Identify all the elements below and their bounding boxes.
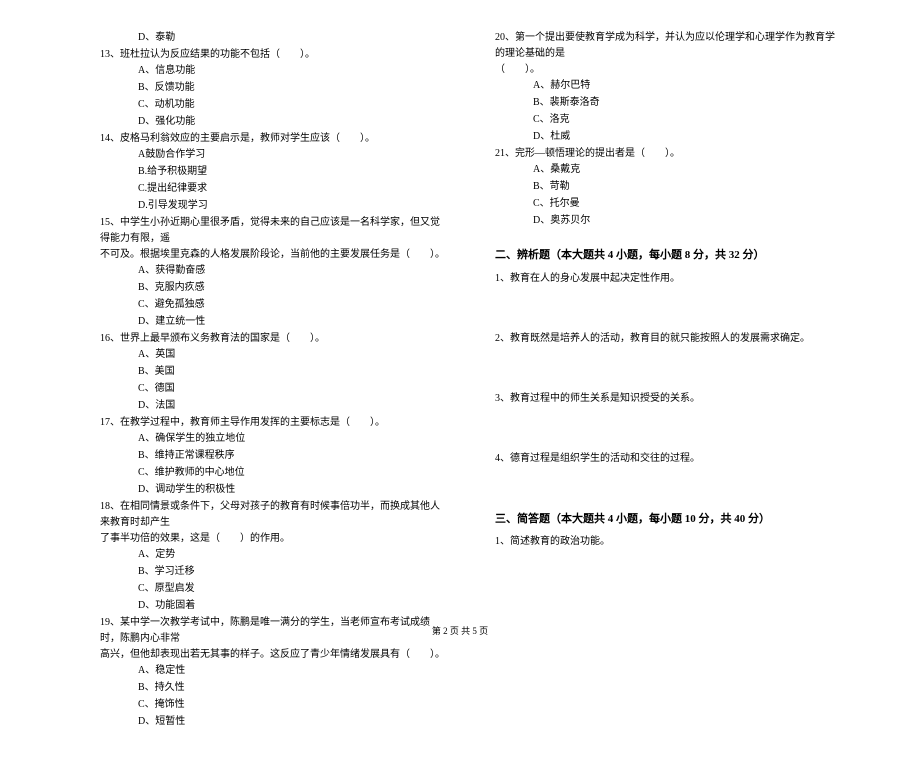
q12-option-d: D、泰勒 bbox=[100, 30, 445, 46]
section-3-title: 三、简答题（本大题共 4 小题，每小题 10 分，共 40 分） bbox=[495, 511, 840, 529]
q21-option-b: B、苛勒 bbox=[495, 179, 840, 195]
q21-option-d: D、奥苏贝尔 bbox=[495, 213, 840, 229]
q20-option-b: B、裴斯泰洛奇 bbox=[495, 95, 840, 111]
q16-stem: 16、世界上最早颁布义务教育法的国家是（ ）。 bbox=[100, 331, 445, 347]
q18-option-a: A、定势 bbox=[100, 547, 445, 563]
section3-q1: 1、简述教育的政治功能。 bbox=[495, 534, 840, 550]
q20-stem-line1: 20、第一个提出要使教育学成为科学，并认为应以伦理学和心理学作为教育学的理论基础… bbox=[495, 30, 840, 62]
q17-option-a: A、确保学生的独立地位 bbox=[100, 431, 445, 447]
q21-option-c: C、托尔曼 bbox=[495, 196, 840, 212]
q15-stem-line2: 不可及。根据埃里克森的人格发展阶段论，当前他的主要发展任务是（ ）。 bbox=[100, 247, 445, 263]
q20-option-c: C、洛克 bbox=[495, 112, 840, 128]
q17-option-b: B、维持正常课程秩序 bbox=[100, 448, 445, 464]
q19-option-c: C、掩饰性 bbox=[100, 697, 445, 713]
q15-option-c: C、避免孤独感 bbox=[100, 297, 445, 313]
section2-q4: 4、德育过程是组织学生的活动和交往的过程。 bbox=[495, 451, 840, 467]
q20-option-d: D、杜威 bbox=[495, 129, 840, 145]
section2-q3: 3、教育过程中的师生关系是知识授受的关系。 bbox=[495, 391, 840, 407]
q14-option-c: C.提出纪律要求 bbox=[100, 181, 445, 197]
q14-option-a: A鼓励合作学习 bbox=[100, 147, 445, 163]
q17-option-d: D、调动学生的积极性 bbox=[100, 482, 445, 498]
q17-option-c: C、维护教师的中心地位 bbox=[100, 465, 445, 481]
q16-option-c: C、德国 bbox=[100, 381, 445, 397]
q19-option-b: B、持久性 bbox=[100, 680, 445, 696]
q15-option-a: A、获得勤奋感 bbox=[100, 263, 445, 279]
section-2-title: 二、辨析题（本大题共 4 小题，每小题 8 分，共 32 分） bbox=[495, 247, 840, 265]
section2-q2: 2、教育既然是培养人的活动，教育目的就只能按照人的发展需求确定。 bbox=[495, 331, 840, 347]
q19-option-d: D、短暂性 bbox=[100, 714, 445, 730]
q17-stem: 17、在教学过程中，教育师主导作用发挥的主要标志是（ ）。 bbox=[100, 415, 445, 431]
q20-option-a: A、赫尔巴特 bbox=[495, 78, 840, 94]
q20-stem-line2: （ ）。 bbox=[495, 62, 840, 78]
q14-option-d: D.引导发现学习 bbox=[100, 198, 445, 214]
q13-option-c: C、动机功能 bbox=[100, 97, 445, 113]
q13-stem: 13、班杜拉认为反应结果的功能不包括（ ）。 bbox=[100, 47, 445, 63]
q16-option-d: D、法国 bbox=[100, 398, 445, 414]
q13-option-a: A、信息功能 bbox=[100, 63, 445, 79]
q16-option-a: A、英国 bbox=[100, 347, 445, 363]
section2-q1: 1、教育在人的身心发展中起决定性作用。 bbox=[495, 271, 840, 287]
q18-stem-line2: 了事半功倍的效果，这是（ ）的作用。 bbox=[100, 531, 445, 547]
q14-option-b: B.给予积极期望 bbox=[100, 164, 445, 180]
q19-stem-line2: 高兴，但他却表现出若无其事的样子。这反应了青少年情绪发展具有（ ）。 bbox=[100, 647, 445, 663]
q15-option-b: B、克服内疚感 bbox=[100, 280, 445, 296]
page-footer: 第 2 页 共 5 页 bbox=[0, 624, 920, 638]
q14-stem: 14、皮格马利翁效应的主要启示是，教师对学生应该（ ）。 bbox=[100, 131, 445, 147]
exam-page: D、泰勒 13、班杜拉认为反应结果的功能不包括（ ）。 A、信息功能 B、反馈功… bbox=[0, 0, 920, 761]
q13-option-b: B、反馈功能 bbox=[100, 80, 445, 96]
q18-stem-line1: 18、在相同情景或条件下，父母对孩子的教育有时候事倍功半，而换成其他人来教育时却… bbox=[100, 499, 445, 531]
q21-stem: 21、完形—顿悟理论的提出者是（ ）。 bbox=[495, 146, 840, 162]
q16-option-b: B、美国 bbox=[100, 364, 445, 380]
q18-option-b: B、学习迁移 bbox=[100, 564, 445, 580]
q19-option-a: A、稳定性 bbox=[100, 663, 445, 679]
q15-stem-line1: 15、中学生小孙近期心里很矛盾，觉得未来的自己应该是一名科学家，但又觉得能力有限… bbox=[100, 215, 445, 247]
q18-option-d: D、功能固着 bbox=[100, 598, 445, 614]
q13-option-d: D、强化功能 bbox=[100, 114, 445, 130]
q18-option-c: C、原型启发 bbox=[100, 581, 445, 597]
q21-option-a: A、桑戴克 bbox=[495, 162, 840, 178]
q15-option-d: D、建立统一性 bbox=[100, 314, 445, 330]
